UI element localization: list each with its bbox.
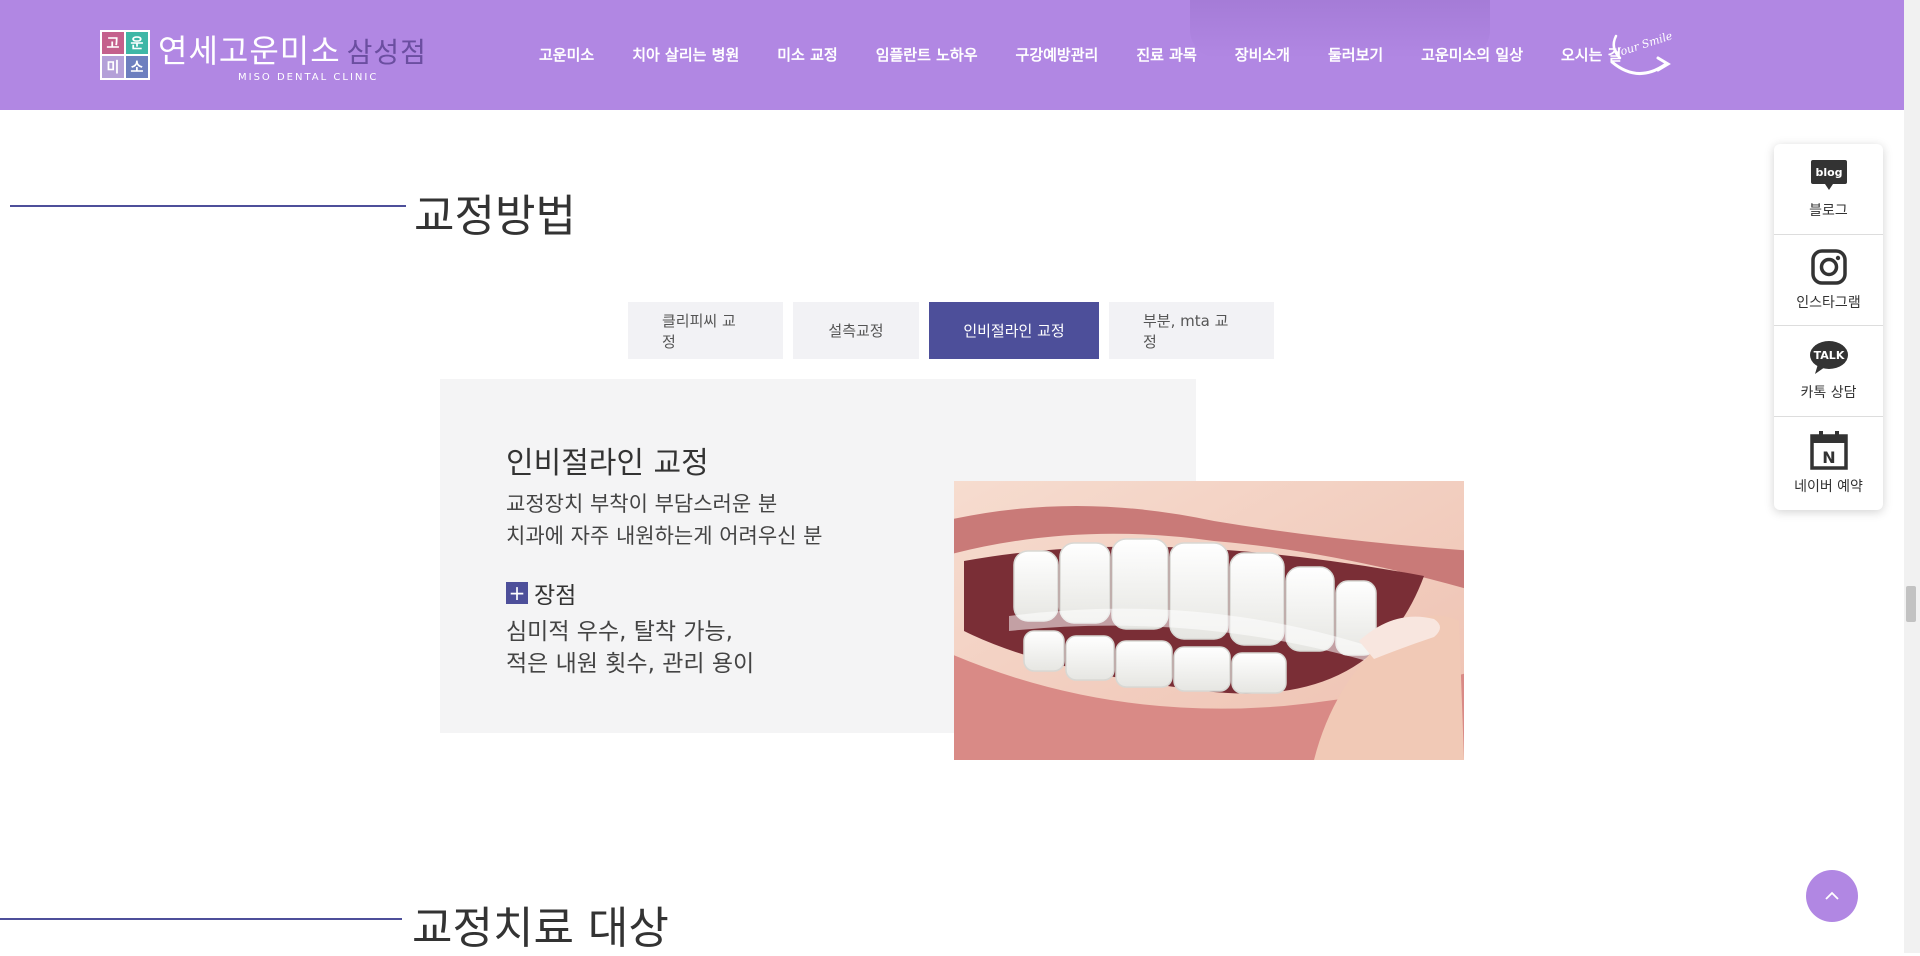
description-line: 치과에 자주 내원하는게 어려우신 분 (506, 524, 823, 548)
method-tabs: 클리피씨 교정 설측교정 인비절라인 교정 부분, mta 교정 (628, 302, 1274, 359)
nav-item-tour[interactable]: 둘러보기 (1309, 44, 1402, 65)
merit-heading: + 장점 (506, 576, 576, 610)
logo-char: 고 (102, 32, 124, 54)
scroll-top-button[interactable] (1806, 870, 1858, 922)
naver-icon-text: N (1822, 448, 1835, 467)
logo-char: 운 (126, 32, 148, 54)
quick-label: 카톡 상담 (1800, 385, 1857, 401)
brand-mark-text: Your Smile (1613, 29, 1672, 60)
merit-line: 심미적 우수, 탈착 가능, (506, 619, 733, 645)
nav-item-daily[interactable]: 고운미소의 일상 (1402, 44, 1542, 65)
nav-item-prevention[interactable]: 구강예방관리 (997, 44, 1118, 65)
blog-icon: blog (1810, 160, 1847, 190)
blog-icon-text: blog (1815, 166, 1842, 179)
plus-icon: + (506, 582, 528, 604)
logo-clinic-name: 연세고운미소 (158, 32, 341, 70)
aligner-smile-image (954, 481, 1464, 760)
logo-subtitle: MISO DENTAL CLINIC (238, 72, 379, 83)
tab-invisalign[interactable]: 인비절라인 교정 (929, 302, 1099, 359)
quick-item-naver-booking[interactable]: N 네이버 예약 (1774, 417, 1883, 508)
talk-icon-text: TALK (1813, 349, 1844, 362)
merit-description: 심미적 우수, 탈착 가능, 적은 내원 횟수, 관리 용이 (506, 616, 754, 680)
section-title: 교정치료 대상 (412, 903, 669, 954)
logo-branch-name: 삼성점 (346, 36, 427, 69)
site-header: 고 운 미 소 연세고운미소 삼성점 MISO DENTAL CLINIC 고운미… (0, 0, 1904, 110)
main-nav: 고운미소 치아 살리는 병원 미소 교정 임플란트 노하우 구강예방관리 진료 … (520, 44, 1640, 65)
logo-text[interactable]: 연세고운미소 삼성점 (158, 26, 427, 72)
naver-booking-icon: N (1809, 430, 1848, 470)
nav-item-equipment[interactable]: 장비소개 (1216, 44, 1309, 65)
section-title: 교정방법 (414, 191, 576, 242)
nav-item-departments[interactable]: 진료 과목 (1117, 44, 1215, 65)
chevron-up-icon (1825, 891, 1839, 900)
tab-clippy-c[interactable]: 클리피씨 교정 (628, 302, 783, 359)
merit-line: 적은 내원 횟수, 관리 용이 (506, 651, 755, 677)
tab-lingual[interactable]: 설측교정 (793, 302, 919, 359)
quick-label: 네이버 예약 (1794, 478, 1863, 495)
merit-label: 장점 (534, 583, 577, 609)
nav-item-implant[interactable]: 임플란트 노하우 (857, 44, 997, 65)
content-description: 교정장치 부착이 부담스러운 분 치과에 자주 내원하는게 어려우신 분 (506, 488, 823, 552)
scrollbar-thumb[interactable] (1906, 586, 1916, 622)
description-line: 교정장치 부착이 부담스러운 분 (506, 492, 778, 516)
logo-char: 소 (126, 56, 148, 78)
quick-label: 블로그 (1809, 203, 1848, 219)
instagram-icon (1810, 249, 1847, 285)
quick-item-kakaotalk[interactable]: TALK 카톡 상담 (1774, 326, 1883, 417)
nav-item-intro[interactable]: 고운미소 (520, 44, 613, 65)
kakaotalk-icon: TALK (1809, 341, 1848, 374)
content-title: 인비절라인 교정 (506, 446, 709, 481)
logo-char: 미 (102, 56, 124, 78)
quick-item-blog[interactable]: blog 블로그 (1774, 144, 1883, 235)
tab-partial-mta[interactable]: 부분, mta 교정 (1109, 302, 1274, 359)
smile-brand-icon[interactable]: Your Smile (1608, 28, 1672, 82)
logo-mark[interactable]: 고 운 미 소 (100, 30, 150, 80)
section-divider (0, 918, 402, 920)
invisalign-photo (954, 481, 1464, 760)
quick-menu: blog 블로그 인스타그램 TALK 카톡 상담 N 네이버 예약 (1774, 144, 1883, 510)
nav-item-tooth-saving[interactable]: 치아 살리는 병원 (613, 44, 758, 65)
nav-item-orthodontics[interactable]: 미소 교정 (758, 44, 856, 65)
quick-label: 인스타그램 (1796, 295, 1861, 311)
page-scrollbar[interactable] (1904, 0, 1920, 953)
quick-item-instagram[interactable]: 인스타그램 (1774, 235, 1883, 326)
section-divider (10, 205, 406, 207)
